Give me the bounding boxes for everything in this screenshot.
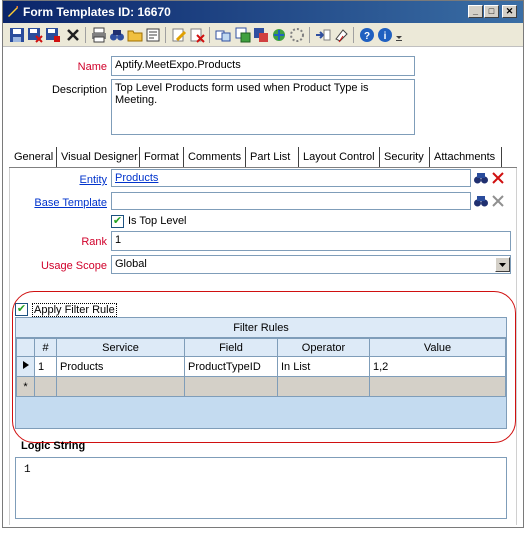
delete-icon[interactable] <box>65 27 81 43</box>
web-icon[interactable] <box>253 27 269 43</box>
window-title: Form Templates ID: 16670 <box>23 5 171 19</box>
form-templates-window: Form Templates ID: 16670 _ □ ✕ ? i Name … <box>2 0 524 528</box>
highlight-annotation <box>12 291 516 443</box>
usage-scope-dropdown-button[interactable] <box>495 257 510 272</box>
edit-icon[interactable] <box>171 27 187 43</box>
tab-comments[interactable]: Comments <box>184 147 246 167</box>
info-icon[interactable]: i <box>377 27 393 43</box>
tab-part-list[interactable]: Part List <box>246 147 299 167</box>
help-icon[interactable]: ? <box>359 27 375 43</box>
entity-label[interactable]: Entity <box>23 174 107 186</box>
description-field[interactable]: Top Level Products form used when Produc… <box>111 79 415 135</box>
save-and-close-icon[interactable] <box>27 27 43 43</box>
description-label: Description <box>51 84 107 96</box>
copy-icon[interactable] <box>215 27 231 43</box>
binoculars-icon[interactable] <box>473 170 489 186</box>
erase-icon[interactable] <box>333 27 349 43</box>
tab-layout-control[interactable]: Layout Control <box>299 147 380 167</box>
is-top-level-label: Is Top Level <box>128 215 187 227</box>
binoculars-icon[interactable] <box>473 193 489 209</box>
name-label: Name <box>77 61 107 73</box>
app-icon <box>8 6 18 17</box>
title-bar[interactable]: Form Templates ID: 16670 _ □ ✕ <box>3 1 523 23</box>
rank-label: Rank <box>81 236 107 248</box>
is-top-level-checkbox[interactable]: ✔ <box>111 215 124 228</box>
refresh-icon[interactable] <box>189 27 205 43</box>
maximize-button[interactable]: □ <box>484 5 499 18</box>
tab-visual-designer[interactable]: Visual Designer <box>57 147 140 167</box>
open-folder-icon[interactable] <box>127 27 143 43</box>
tab-general[interactable]: General <box>9 147 57 167</box>
print-icon[interactable] <box>91 27 107 43</box>
minimize-button[interactable]: _ <box>468 5 483 18</box>
base-template-field[interactable] <box>111 192 471 210</box>
close-button[interactable]: ✕ <box>502 5 517 18</box>
link-icon[interactable] <box>315 27 331 43</box>
name-field[interactable]: Aptify.MeetExpo.Products <box>111 56 415 76</box>
properties-icon[interactable] <box>145 27 161 43</box>
base-template-label[interactable]: Base Template <box>23 197 107 209</box>
logic-string-field[interactable]: 1 <box>15 457 507 519</box>
save-icon[interactable] <box>9 27 25 43</box>
usage-scope-label: Usage Scope <box>40 260 107 272</box>
clear-base-template-icon[interactable] <box>490 193 506 209</box>
usage-scope-select[interactable]: Global <box>111 255 511 274</box>
svg-text:?: ? <box>364 31 370 42</box>
more-icon[interactable] <box>395 27 403 43</box>
rank-field[interactable]: 1 <box>111 231 511 251</box>
toolbar: ? i <box>3 23 523 47</box>
find-icon[interactable] <box>109 27 125 43</box>
form-icon[interactable] <box>235 27 251 43</box>
clear-entity-icon[interactable] <box>490 170 506 186</box>
settings-icon[interactable] <box>271 27 287 43</box>
tab-security[interactable]: Security <box>380 147 430 167</box>
tab-attachments[interactable]: Attachments <box>430 147 502 167</box>
add-icon[interactable] <box>289 27 305 43</box>
save-as-icon[interactable] <box>45 27 61 43</box>
logic-string-label: Logic String <box>21 440 86 452</box>
entity-field[interactable]: Products <box>111 169 471 187</box>
tab-format[interactable]: Format <box>140 147 184 167</box>
chevron-down-icon <box>499 263 506 267</box>
svg-text:i: i <box>384 31 387 42</box>
